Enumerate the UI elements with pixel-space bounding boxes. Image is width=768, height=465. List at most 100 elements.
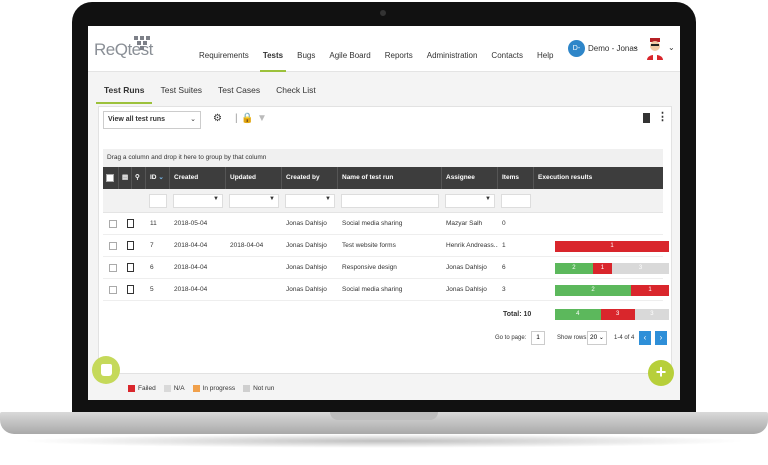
cell-assignee: Jonas Dahlsjo — [446, 264, 487, 271]
page-input[interactable]: 1 — [531, 331, 545, 345]
table-row[interactable]: 7 2018-04-04 2018-04-04 Jonas Dahlsjo Te… — [103, 235, 669, 257]
filter-assignee[interactable]: ▼ — [445, 194, 495, 208]
view-select[interactable]: View all test runs ⌄ — [103, 111, 201, 129]
filter-id[interactable] — [149, 194, 167, 208]
doc-header-icon: ▤ — [119, 167, 132, 189]
page-range: 1-4 of 4 — [614, 335, 635, 341]
test-run-doc-icon[interactable] — [127, 263, 134, 272]
col-header-assignee[interactable]: Assignee — [442, 167, 498, 189]
view-select-label: View all test runs — [108, 116, 166, 123]
legend-label: In progress — [202, 384, 236, 392]
nav-item-contacts[interactable]: Contacts — [484, 26, 530, 72]
col-header-updated[interactable]: Updated — [226, 167, 282, 189]
cell-name[interactable]: Test website forms — [338, 235, 442, 257]
lock-icon[interactable]: 🔒 — [241, 113, 253, 124]
cell-name[interactable]: Social media sharing — [338, 279, 442, 301]
profile-avatar-icon[interactable] — [646, 38, 664, 60]
result-segment-fail: 3 — [600, 309, 635, 320]
nav-item-agile-board[interactable]: Agile Board — [322, 26, 377, 72]
cell-name[interactable]: Responsive design — [338, 257, 442, 279]
test-runs-panel: View all test runs ⌄ ⚙ | 🔒 ▼ ⋮ Drag a co… — [98, 106, 672, 374]
row-checkbox[interactable] — [109, 286, 117, 294]
more-options-icon[interactable]: ⋮ — [657, 111, 668, 123]
filter-updated[interactable]: ▼ — [229, 194, 279, 208]
cell-created: 2018-04-04 — [174, 286, 208, 293]
col-header-name[interactable]: Name of test run — [338, 167, 442, 189]
legend-item-not-run: Not run — [243, 382, 274, 394]
chat-button[interactable] — [92, 356, 120, 384]
tab-check-list[interactable]: Check List — [268, 82, 324, 104]
select-all-header[interactable] — [103, 167, 119, 189]
cell-assignee: Mazyar Salh — [446, 220, 483, 227]
total-results-bar: 433 — [555, 309, 669, 321]
table-row[interactable]: 6 2018-04-04 Jonas Dahlsjo Responsive de… — [103, 257, 669, 279]
col-header-created-by[interactable]: Created by — [282, 167, 338, 189]
show-rows-label: Show rows: — [557, 335, 589, 341]
cell-name[interactable]: Social media sharing — [338, 213, 442, 235]
test-run-doc-icon[interactable] — [127, 285, 134, 294]
table-row[interactable]: 5 2018-04-04 Jonas Dahlsjo Social media … — [103, 279, 669, 301]
cell-id: 6 — [150, 264, 154, 271]
next-page-button[interactable]: › — [655, 331, 667, 345]
result-segment-pass: 4 — [555, 309, 601, 320]
attachment-header-icon: ⚲ — [132, 167, 146, 189]
export-icon[interactable] — [643, 113, 650, 123]
profile-chevron-down-icon[interactable]: ⌄ — [668, 43, 675, 52]
table-row[interactable]: 11 2018-05-04 Jonas Dahlsjo Social media… — [103, 213, 663, 235]
gear-icon[interactable]: ⚙ — [213, 113, 222, 124]
filter-created[interactable]: ▼ — [173, 194, 223, 208]
main-nav: Requirements Tests Bugs Agile Board Repo… — [192, 26, 560, 72]
tab-test-runs[interactable]: Test Runs — [96, 82, 153, 104]
test-run-doc-icon[interactable] — [127, 241, 134, 250]
prev-page-button[interactable]: ‹ — [639, 331, 651, 345]
filter-row: ▼ ▼ ▼ ▼ — [103, 189, 663, 213]
col-header-results[interactable]: Execution results — [534, 167, 663, 189]
execution-results-bar: 1 — [555, 241, 669, 252]
total-label: Total: 10 — [503, 311, 532, 318]
rows-per-page-select[interactable]: 20 ⌄ — [587, 331, 607, 345]
user-avatar[interactable]: D- — [568, 40, 585, 57]
chevron-down-icon: ▼ — [269, 196, 275, 202]
col-header-id[interactable]: ID ⌄ — [146, 167, 170, 189]
legend-swatch — [192, 384, 200, 392]
chevron-down-icon[interactable]: ⌄ — [632, 42, 639, 51]
cell-assignee: Henrik Andreass... — [446, 242, 498, 249]
filter-name[interactable] — [341, 194, 439, 208]
group-by-bar[interactable]: Drag a column and drop it here to group … — [103, 149, 663, 167]
col-header-created[interactable]: Created — [170, 167, 226, 189]
nav-item-help[interactable]: Help — [530, 26, 560, 72]
add-button[interactable]: + — [648, 360, 674, 386]
cell-items: 0 — [502, 220, 506, 227]
user-name[interactable]: Demo - Jonas — [588, 44, 638, 53]
nav-item-requirements[interactable]: Requirements — [192, 26, 256, 72]
filter-icon[interactable]: ▼ — [257, 113, 267, 124]
legend-label: Failed — [138, 384, 156, 392]
tab-test-cases[interactable]: Test Cases — [210, 82, 268, 104]
nav-item-reports[interactable]: Reports — [378, 26, 420, 72]
sort-down-icon: ⌄ — [158, 174, 164, 181]
row-checkbox[interactable] — [109, 220, 117, 228]
filter-created-by[interactable]: ▼ — [285, 194, 335, 208]
legend-item-na: N/A — [163, 382, 185, 394]
nav-item-bugs[interactable]: Bugs — [290, 26, 322, 72]
cell-updated — [226, 213, 282, 235]
cell-created: 2018-04-04 — [174, 242, 208, 249]
col-header-id-label: ID — [150, 174, 157, 181]
cell-items: 6 — [502, 264, 506, 271]
col-header-items[interactable]: Items — [498, 167, 534, 189]
cell-created-by: Jonas Dahlsjo — [286, 286, 327, 293]
cell-id: 5 — [150, 286, 154, 293]
laptop-notch — [330, 412, 438, 420]
select-all-checkbox[interactable] — [106, 174, 114, 182]
cell-created: 2018-04-04 — [174, 264, 208, 271]
tab-test-suites[interactable]: Test Suites — [152, 82, 210, 104]
nav-item-administration[interactable]: Administration — [420, 26, 485, 72]
cell-id: 7 — [150, 242, 154, 249]
nav-item-tests[interactable]: Tests — [256, 26, 290, 72]
row-checkbox[interactable] — [109, 264, 117, 272]
filter-items[interactable] — [501, 194, 531, 208]
legend: Failed N/A In progress Not run — [128, 382, 282, 394]
screen: ReQtest Requirements Tests Bugs Agile Bo… — [88, 26, 680, 400]
test-run-doc-icon[interactable] — [127, 219, 134, 228]
row-checkbox[interactable] — [109, 242, 117, 250]
